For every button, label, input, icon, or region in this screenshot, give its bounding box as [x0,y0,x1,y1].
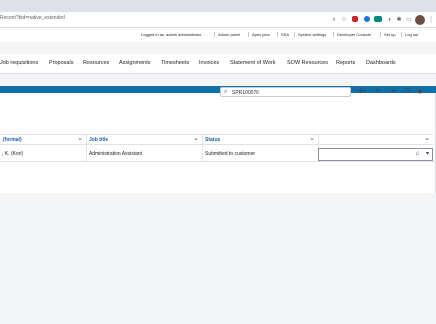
row-action-cell[interactable]: ♫ ▾ [318,148,433,161]
search-input[interactable]: ⌕ SPR100076 [220,87,351,97]
nav-item-invoices[interactable]: Invoices [199,60,219,66]
extension-icon[interactable]: ◑ [385,16,393,24]
column-divider [202,134,203,162]
column-header-status[interactable]: Status ⌄ [202,134,318,145]
link-set-up[interactable]: Set up [384,32,396,37]
copy-icon[interactable]: ❐ [402,87,412,97]
main-nav: Job requisitions Proposals Resources Ass… [0,54,436,74]
page-header-band [0,86,436,93]
profile-avatar[interactable] [415,15,425,25]
kebab-menu-icon[interactable]: ⋮ [427,16,435,24]
link-admin-panel[interactable]: Admin panel [218,32,240,37]
bell-icon[interactable]: ♫ [415,151,420,157]
filter-icon[interactable]: ⏷ [389,87,399,97]
chevron-down-icon[interactable]: ▾ [426,151,429,157]
eye-icon[interactable]: ◉ [415,87,425,97]
logged-in-user: Logged in as: admin administrator [141,32,202,37]
link-log-out[interactable]: Log out [405,32,418,37]
column-header-name[interactable]: (formal) ⌄ [0,134,86,145]
separator [401,32,402,37]
search-value[interactable]: SPR100076 [232,90,259,96]
separator [248,32,249,37]
nav-item-proposals[interactable]: Proposals [49,60,73,66]
extension-icon[interactable] [364,16,370,22]
extension-icon[interactable] [352,16,358,22]
separator [294,32,295,37]
utility-bar: Logged in as: admin administrator Admin … [0,28,436,42]
url-text[interactable]: Recent?bid=native_extended [0,15,65,21]
separator [214,32,215,37]
browser-window: Recent?bid=native_extended ⌕ ☆ ◑ ✱ ▭ ⋮ L… [0,0,436,324]
chevron-down-icon[interactable]: ⌄ [309,135,315,142]
app-page: Logged in as: admin administrator Admin … [0,28,436,324]
extension-icon[interactable] [374,16,382,22]
table-cell-status: Submitted to customer [205,151,256,157]
settings-dropdown-button[interactable]: ⚙▾ [355,87,369,97]
link-developer-console[interactable]: Developer Console [337,32,371,37]
row-divider [0,161,436,162]
search-icon: ⌕ [224,89,228,95]
browser-tab-strip [0,0,436,12]
table-cell-job-title: Administration Assistant [89,151,143,157]
column-header-label: Job title [89,137,109,143]
nav-item-job-requisitions[interactable]: Job requisitions [0,60,38,66]
nav-item-assignments[interactable]: Assignments [119,60,151,66]
link-ssa[interactable]: SSA [281,32,289,37]
nav-item-resources[interactable]: Resources [83,60,109,66]
nav-item-statement-of-work[interactable]: Statement of Work [230,60,275,66]
sidebar-icon[interactable]: ▭ [405,16,413,24]
separator [277,32,278,37]
chevron-down-icon[interactable]: ⌄ [77,135,83,142]
refresh-icon[interactable]: ↻ [373,87,383,97]
column-header-actions[interactable]: ⌄ [318,134,433,145]
separator [380,32,381,37]
column-header-label: (formal) [3,137,22,143]
chevron-down-icon[interactable]: ⌄ [424,135,430,142]
column-header-job-title[interactable]: Job title ⌄ [86,134,202,145]
nav-item-timesheets[interactable]: Timesheets [161,60,189,66]
star-icon[interactable]: ☆ [340,16,348,24]
puzzle-icon[interactable]: ✱ [395,16,403,24]
column-divider [86,134,87,162]
link-apex-jobs[interactable]: Apex jobs [252,32,270,37]
search-icon[interactable]: ⌕ [330,16,338,24]
nav-item-reports[interactable]: Reports [336,60,355,66]
separator [333,32,334,37]
address-bar[interactable]: Recent?bid=native_extended ⌕ ☆ ◑ ✱ ▭ ⋮ [0,12,436,28]
link-system-settings[interactable]: System settings [298,32,326,37]
nav-item-sow-resources[interactable]: SOW Resources [287,60,328,66]
chevron-down-icon[interactable]: ⌄ [193,135,199,142]
table-cell-name[interactable]: , K. (Kori) [2,151,23,157]
nav-item-dashboards[interactable]: Dashboards [366,60,396,66]
column-header-label: Status [205,137,221,143]
